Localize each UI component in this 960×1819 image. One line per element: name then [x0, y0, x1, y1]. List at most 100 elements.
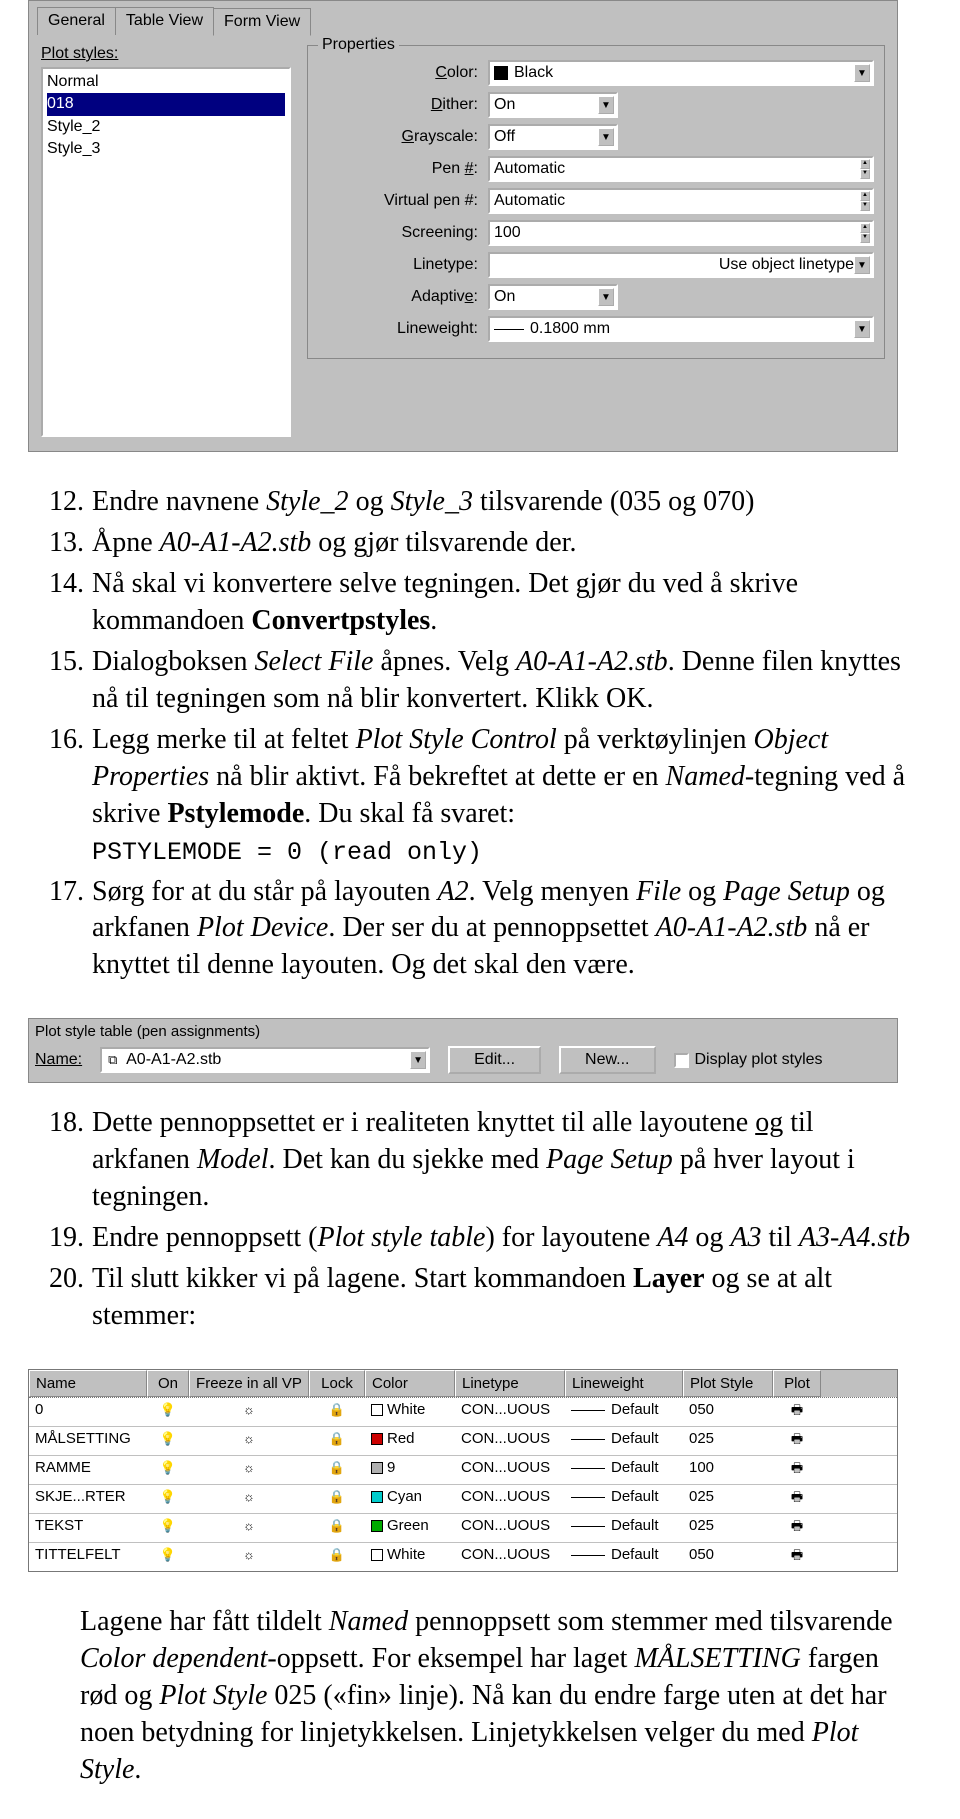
screening-input[interactable]: 100 ▲▼: [488, 220, 874, 246]
dither-label: Dither:: [318, 96, 488, 114]
cell-name: MÅLSETTING: [29, 1427, 147, 1455]
screening-label: Screening:: [318, 224, 488, 242]
color-swatch-icon: [371, 1462, 383, 1474]
step-num: 17.: [42, 874, 92, 985]
list-item[interactable]: Style_2: [47, 116, 285, 138]
sun-icon[interactable]: ☼: [243, 1402, 255, 1417]
sun-icon[interactable]: ☼: [243, 1518, 255, 1533]
spinner[interactable]: ▲▼: [860, 159, 870, 179]
pen-label: Pen #:: [318, 160, 488, 178]
adaptive-combo[interactable]: On ▼: [488, 284, 618, 310]
display-plot-styles-checkbox[interactable]: Display plot styles: [674, 1051, 823, 1069]
color-value: Black: [514, 64, 854, 82]
step-num: 15.: [42, 644, 92, 718]
spinner[interactable]: ▲▼: [860, 191, 870, 211]
linetype-combo[interactable]: Use object linetype ▼: [488, 252, 874, 278]
lock-icon[interactable]: 🔒: [329, 1460, 345, 1475]
step-num: 14.: [42, 566, 92, 640]
cell-name: SKJE...RTER: [29, 1485, 147, 1513]
chevron-down-icon[interactable]: ▼: [854, 320, 870, 338]
lock-icon[interactable]: 🔒: [329, 1489, 345, 1504]
sun-icon[interactable]: ☼: [243, 1431, 255, 1446]
step-text: Nå skal vi konvertere selve tegningen. D…: [92, 566, 918, 640]
color-combo[interactable]: Black ▼: [488, 60, 874, 86]
chevron-down-icon[interactable]: ▼: [598, 96, 614, 114]
vpen-value: Automatic: [494, 192, 860, 210]
lock-icon[interactable]: 🔒: [329, 1402, 345, 1417]
lineweight-line-icon: [494, 329, 524, 330]
sun-icon[interactable]: ☼: [243, 1460, 255, 1475]
sun-icon[interactable]: ☼: [243, 1489, 255, 1504]
plot-styles-listbox[interactable]: Normal 018 Style_2 Style_3: [41, 67, 291, 437]
list-item[interactable]: 018: [47, 93, 285, 115]
step-text: Sørg for at du står på layouten A2. Velg…: [92, 874, 918, 985]
printer-icon[interactable]: 🖶: [791, 1460, 803, 1475]
bulb-icon[interactable]: 💡: [160, 1489, 176, 1504]
cell-plotstyle: 050: [683, 1398, 773, 1426]
step-num: 13.: [42, 525, 92, 562]
lock-icon[interactable]: 🔒: [329, 1518, 345, 1533]
cell-color: 9: [365, 1456, 455, 1484]
step-num: 18.: [42, 1105, 92, 1216]
code-output: PSTYLEMODE = 0 (read only): [92, 838, 482, 867]
table-row[interactable]: TEKST💡☼🔒GreenCON...UOUSDefault025🖶: [29, 1513, 897, 1542]
edit-button[interactable]: Edit...: [448, 1046, 541, 1074]
chevron-down-icon[interactable]: ▼: [854, 64, 870, 82]
col-plotstyle[interactable]: Plot Style: [683, 1370, 773, 1397]
lineweight-line-icon: [571, 1468, 605, 1469]
cell-plotstyle: 100: [683, 1456, 773, 1484]
bulb-icon[interactable]: 💡: [160, 1402, 176, 1417]
table-row[interactable]: 0💡☼🔒WhiteCON...UOUSDefault050🖶: [29, 1397, 897, 1426]
vpen-combo[interactable]: Automatic ▲▼: [488, 188, 874, 214]
lock-icon[interactable]: 🔒: [329, 1431, 345, 1446]
lineweight-label: Lineweight:: [318, 320, 488, 338]
bulb-icon[interactable]: 💡: [160, 1460, 176, 1475]
chevron-down-icon[interactable]: ▼: [598, 288, 614, 306]
pen-combo[interactable]: Automatic ▲▼: [488, 156, 874, 182]
display-plot-styles-label: Display plot styles: [695, 1051, 823, 1069]
table-row[interactable]: RAMME💡☼🔒9CON...UOUSDefault100🖶: [29, 1455, 897, 1484]
dither-combo[interactable]: On ▼: [488, 92, 618, 118]
lock-icon[interactable]: 🔒: [329, 1547, 345, 1562]
printer-icon[interactable]: 🖶: [791, 1402, 803, 1417]
pstable-title: Plot style table (pen assignments): [35, 1023, 891, 1040]
lineweight-line-icon: [571, 1555, 605, 1556]
col-freeze[interactable]: Freeze in all VP: [189, 1370, 309, 1397]
bulb-icon[interactable]: 💡: [160, 1518, 176, 1533]
printer-icon[interactable]: 🖶: [791, 1518, 803, 1533]
table-row[interactable]: SKJE...RTER💡☼🔒CyanCON...UOUSDefault025🖶: [29, 1484, 897, 1513]
list-item[interactable]: Normal: [47, 71, 285, 93]
col-name[interactable]: Name: [29, 1370, 147, 1397]
new-button[interactable]: New...: [559, 1046, 655, 1074]
tab-general[interactable]: General: [37, 7, 116, 35]
printer-icon[interactable]: 🖶: [791, 1547, 803, 1562]
spinner[interactable]: ▲▼: [860, 223, 870, 243]
grayscale-combo[interactable]: Off ▼: [488, 124, 618, 150]
col-lineweight[interactable]: Lineweight: [565, 1370, 683, 1397]
col-on[interactable]: On: [147, 1370, 189, 1397]
bulb-icon[interactable]: 💡: [160, 1431, 176, 1446]
tab-form-view[interactable]: Form View: [213, 8, 311, 36]
chevron-down-icon[interactable]: ▼: [410, 1051, 426, 1069]
step-text: Endre pennoppsett (Plot style table) for…: [92, 1220, 918, 1257]
printer-icon[interactable]: 🖶: [791, 1431, 803, 1446]
col-linetype[interactable]: Linetype: [455, 1370, 565, 1397]
lineweight-combo[interactable]: 0.1800 mm ▼: [488, 316, 874, 342]
table-row[interactable]: MÅLSETTING💡☼🔒RedCON...UOUSDefault025🖶: [29, 1426, 897, 1455]
printer-icon[interactable]: 🖶: [791, 1489, 803, 1504]
chevron-down-icon[interactable]: ▼: [854, 256, 870, 274]
col-color[interactable]: Color: [365, 1370, 455, 1397]
col-plot[interactable]: Plot: [773, 1370, 821, 1397]
list-item[interactable]: Style_3: [47, 138, 285, 160]
plot-style-editor: General Table View Form View Plot styles…: [28, 0, 898, 452]
col-lock[interactable]: Lock: [309, 1370, 365, 1397]
tab-table-view[interactable]: Table View: [115, 7, 214, 35]
pstable-name-combo[interactable]: ⧉ A0-A1-A2.stb ▼: [100, 1047, 430, 1073]
chevron-down-icon[interactable]: ▼: [598, 128, 614, 146]
swatch-icon: [494, 66, 508, 80]
table-row[interactable]: TITTELFELT💡☼🔒WhiteCON...UOUSDefault050🖶: [29, 1542, 897, 1571]
sun-icon[interactable]: ☼: [243, 1547, 255, 1562]
bulb-icon[interactable]: 💡: [160, 1547, 176, 1562]
tabs: General Table View Form View: [29, 1, 897, 35]
step-text: Endre navnene Style_2 og Style_3 tilsvar…: [92, 484, 918, 521]
